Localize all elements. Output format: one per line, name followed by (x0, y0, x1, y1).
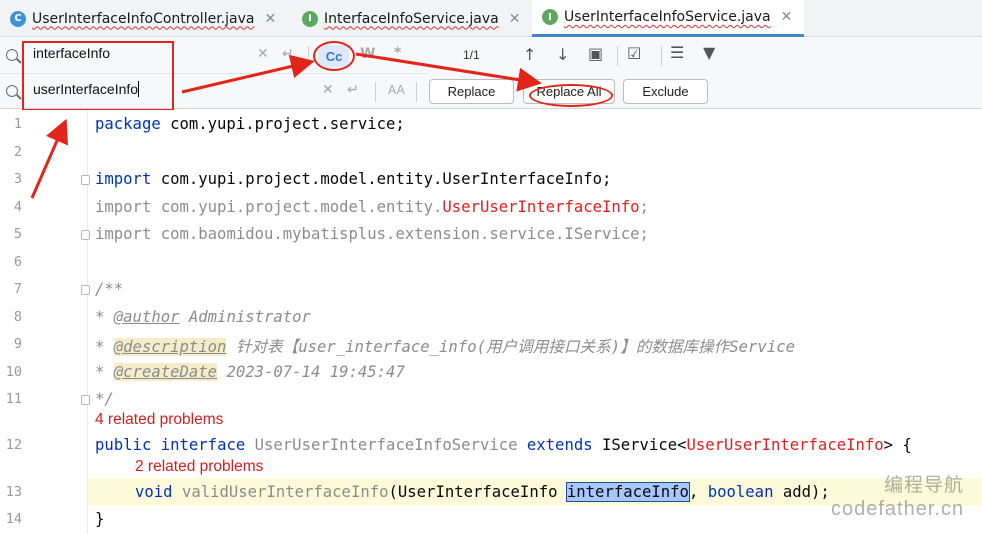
fold-marker[interactable] (81, 175, 90, 185)
code-line-5: import com.baomidou.mybatisplus.extensio… (95, 225, 649, 243)
tab-label: UserInterfaceInfoService.java (564, 9, 771, 25)
filter-icon[interactable]: ▼ (703, 43, 715, 62)
interface-icon: I (302, 10, 318, 27)
line-number: 6 (13, 254, 22, 270)
line-number: 7 (13, 281, 22, 297)
code-line-3: import com.yupi.project.model.entity.Use… (95, 170, 612, 188)
code-line-12: public interface UserUserInterfaceInfoSe… (95, 436, 912, 454)
code-line-9: * @description 针对表【user_interface_info(用… (95, 338, 795, 356)
related-problems-hint[interactable]: 4 related problems (95, 411, 223, 429)
code-line-13: void validUserInterfaceInfo(UserInterfac… (135, 482, 830, 502)
divider (661, 46, 662, 66)
clear-search-icon[interactable]: ✕ (257, 46, 269, 62)
clear-replace-icon[interactable]: ✕ (322, 82, 334, 98)
tab-user-interface-info-controller[interactable]: C UserInterfaceInfoController.java ✕ (0, 0, 292, 37)
tab-user-interface-info-service[interactable]: I UserInterfaceInfoService.java ✕ (532, 0, 804, 37)
line-number: 1 (13, 116, 22, 132)
line-number: 14 (5, 511, 22, 527)
previous-occurrence-icon[interactable]: ↑ (523, 45, 536, 64)
line-number: 3 (13, 171, 22, 187)
fold-marker[interactable] (81, 285, 90, 295)
line-number: 12 (5, 437, 22, 453)
interface-icon: I (542, 9, 558, 25)
divider (308, 46, 309, 66)
filter-search-results-icon[interactable]: ☑ (627, 44, 641, 63)
new-line-icon[interactable]: ↵ (282, 46, 294, 62)
selected-occurrence[interactable]: interfaceInfo (565, 482, 690, 502)
related-problems-hint[interactable]: 2 related problems (135, 458, 263, 476)
divider (375, 82, 376, 102)
match-count: 1/1 (463, 48, 480, 62)
class-icon: C (10, 10, 26, 27)
replace-button[interactable]: Replace (429, 79, 514, 104)
editor-tab-bar: C UserInterfaceInfoController.java ✕ I I… (0, 0, 982, 37)
search-icon[interactable] (6, 49, 18, 61)
tab-label: InterfaceInfoService.java (324, 10, 499, 27)
tab-interface-info-service[interactable]: I InterfaceInfoService.java ✕ (292, 0, 532, 37)
close-icon[interactable]: ✕ (781, 9, 793, 25)
words-button[interactable]: W (360, 46, 375, 62)
code-line-10: * @createDate 2023-07-14 19:45:47 (95, 363, 405, 381)
code-line-11: */ (95, 390, 114, 408)
code-line-1: package com.yupi.project.service; (95, 115, 405, 133)
select-all-occurrences-icon[interactable]: ▣ (588, 44, 603, 63)
line-number: 8 (13, 309, 22, 325)
exclude-button[interactable]: Exclude (623, 79, 708, 104)
annotation-box (22, 41, 174, 111)
annotation-circle (529, 84, 613, 107)
fold-marker[interactable] (81, 230, 90, 240)
code-line-7: /** (95, 280, 124, 298)
multiline-icon[interactable]: ☰ (670, 43, 684, 62)
new-line-icon[interactable]: ↵ (347, 82, 359, 98)
line-gutter: 1 2 3 4 5 6 7 8 9 10 11 12 13 14 (0, 110, 88, 534)
code-line-4: import com.yupi.project.model.entity.Use… (95, 198, 649, 216)
divider (617, 46, 618, 66)
code-line-14: } (95, 510, 105, 528)
line-number: 13 (5, 484, 22, 500)
line-number: 5 (13, 226, 22, 242)
close-icon[interactable]: ✕ (509, 11, 521, 27)
line-number: 10 (5, 364, 22, 380)
regex-button[interactable]: * (394, 45, 401, 61)
preserve-case-button[interactable]: AA (388, 83, 405, 97)
find-replace-panel: interfaceInfo ✕ ↵ Cc W * 1/1 ↑ ↓ ▣ ☑ ☰ ▼… (0, 37, 982, 111)
watermark-url: codefather.cn (831, 498, 965, 520)
code-editor[interactable]: 1 2 3 4 5 6 7 8 9 10 11 12 13 14 package… (0, 110, 982, 534)
line-number: 11 (5, 391, 22, 407)
fold-marker[interactable] (81, 395, 90, 405)
line-number: 9 (13, 336, 22, 352)
divider (416, 82, 417, 102)
search-icon[interactable] (6, 85, 18, 97)
watermark-title: 编程导航 (884, 475, 965, 496)
tab-label: UserInterfaceInfoController.java (32, 10, 255, 27)
annotation-circle (313, 41, 355, 71)
code-line-8: * @author Administrator (95, 308, 311, 326)
close-icon[interactable]: ✕ (264, 11, 276, 27)
line-number: 2 (13, 144, 22, 160)
line-number: 4 (13, 199, 22, 215)
next-occurrence-icon[interactable]: ↓ (556, 45, 569, 64)
